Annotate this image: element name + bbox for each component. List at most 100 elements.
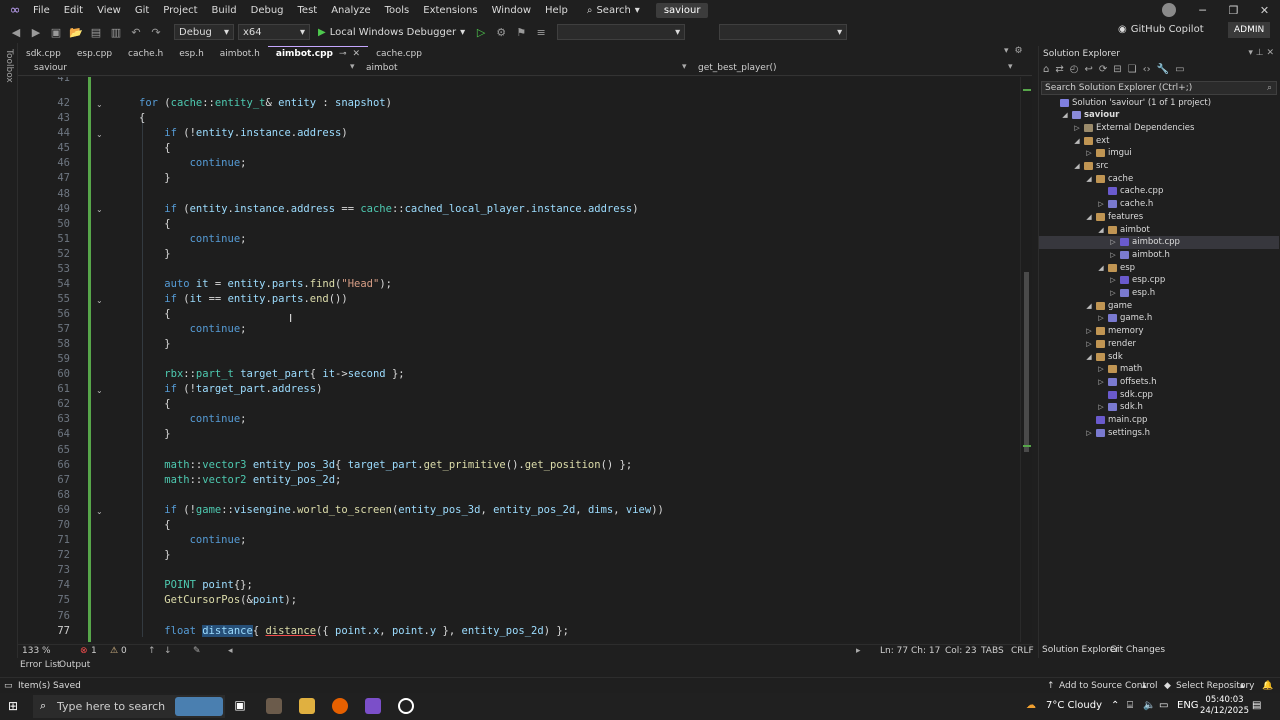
collapsed-arrow-icon[interactable]: ▷ — [1085, 340, 1093, 348]
up-arrow-icon[interactable]: ↑ — [148, 646, 156, 656]
fold-toggle[interactable]: ⌄ — [96, 205, 103, 214]
menu-view[interactable]: View — [90, 5, 128, 16]
vertical-scrollbar[interactable] — [1020, 77, 1032, 642]
start-debugging-button[interactable]: ▶ Local Windows Debugger ▾ — [314, 27, 469, 38]
notifications-icon[interactable]: 🔔 — [1262, 681, 1273, 691]
tree-item[interactable]: cache.cpp — [1039, 185, 1279, 198]
tools-icon[interactable]: ⚙ — [493, 26, 509, 39]
undo-icon[interactable]: ↶ — [128, 26, 144, 39]
tab-aimbot-cpp[interactable]: aimbot.cpp ⊸ ✕ — [267, 46, 369, 61]
tree-item[interactable]: ◢ ext — [1039, 134, 1279, 147]
collapsed-arrow-icon[interactable]: ▷ — [1109, 238, 1117, 246]
toolbar-find-combo[interactable]: ▾ — [557, 24, 686, 40]
collapsed-arrow-icon[interactable]: ▷ — [1073, 124, 1081, 132]
expanded-arrow-icon[interactable]: ◢ — [1073, 162, 1081, 170]
tree-item[interactable]: main.cpp — [1039, 414, 1279, 427]
tree-item[interactable]: ▷ settings.h — [1039, 426, 1279, 439]
solution-search-input[interactable]: Search Solution Explorer (Ctrl+;) ⌕ — [1041, 81, 1277, 95]
collapsed-arrow-icon[interactable]: ▷ — [1097, 365, 1105, 373]
home-icon[interactable]: ⌂ — [1043, 64, 1049, 80]
menu-debug[interactable]: Debug — [244, 5, 291, 16]
collapsed-arrow-icon[interactable]: ▷ — [1085, 327, 1093, 335]
tree-item[interactable]: ◢ aimbot — [1039, 223, 1279, 236]
weather-text[interactable]: 7°C Cloudy — [1046, 700, 1102, 711]
tree-item[interactable]: ◢ features — [1039, 210, 1279, 223]
tab-git-changes[interactable]: Git Changes — [1110, 645, 1165, 655]
show-all-files-icon[interactable]: ❏ — [1128, 64, 1137, 80]
firefox-icon[interactable] — [332, 698, 348, 714]
collapsed-arrow-icon[interactable]: ▷ — [1097, 200, 1105, 208]
menu-test[interactable]: Test — [291, 5, 325, 16]
start-without-debugging-icon[interactable]: ▷ — [473, 26, 489, 39]
close-icon[interactable]: ✕ — [1266, 48, 1274, 58]
fold-toggle[interactable]: ⌄ — [96, 386, 103, 395]
fold-toggle[interactable]: ⌄ — [96, 100, 103, 109]
battery-icon[interactable]: ▭ — [1159, 700, 1168, 711]
menu-window[interactable]: Window — [485, 5, 538, 16]
tree-item[interactable]: ◢ sdk — [1039, 350, 1279, 363]
tree-item[interactable]: ▷ imgui — [1039, 147, 1279, 160]
tree-item[interactable]: ◢ game — [1039, 299, 1279, 312]
save-all-icon[interactable]: ▥ — [108, 26, 124, 39]
tree-item[interactable]: ▷ cache.h — [1039, 198, 1279, 211]
chevron-up-icon[interactable]: ⌃ — [1111, 700, 1119, 711]
menu-git[interactable]: Git — [128, 5, 156, 16]
network-icon[interactable]: ⌸ — [1127, 700, 1133, 711]
menu-project[interactable]: Project — [156, 5, 204, 16]
tree-item[interactable]: ▷ memory — [1039, 325, 1279, 338]
switch-views-icon[interactable]: ⇄ — [1055, 64, 1063, 80]
tree-item[interactable]: ▷ aimbot.cpp — [1039, 235, 1279, 249]
toolbar-extra-combo[interactable]: ▾ — [719, 24, 848, 40]
comment-icon[interactable]: ≡ — [533, 26, 549, 39]
tree-item[interactable]: sdk.cpp — [1039, 388, 1279, 401]
menu-file[interactable]: File — [26, 5, 57, 16]
save-icon[interactable]: ▤ — [88, 26, 104, 39]
open-icon[interactable]: 📂 — [68, 26, 84, 39]
scroll-right-icon[interactable]: ▸ — [856, 646, 861, 656]
tab-aimbot-h[interactable]: aimbot.h — [212, 46, 268, 61]
chevron-down-icon[interactable]: ▾ — [1004, 46, 1009, 56]
back-icon[interactable]: ◀ — [8, 26, 24, 39]
redo-icon[interactable]: ↷ — [148, 26, 164, 39]
properties-icon[interactable]: 🔧 — [1157, 64, 1169, 80]
tree-item[interactable]: ▷ offsets.h — [1039, 375, 1279, 388]
minimize-icon[interactable]: ─ — [1187, 0, 1218, 21]
app-icon-2[interactable] — [398, 698, 414, 714]
close-icon[interactable]: ✕ — [1249, 0, 1280, 21]
tree-item[interactable]: Solution 'saviour' (1 of 1 project) — [1039, 96, 1279, 109]
member-dropdown[interactable]: get_best_player() — [698, 63, 777, 73]
new-project-icon[interactable]: ▣ — [48, 26, 64, 39]
menu-build[interactable]: Build — [205, 5, 244, 16]
close-tab-icon[interactable]: ✕ — [353, 49, 361, 59]
taskbar-search-input[interactable]: ⌕ Type here to search — [33, 695, 225, 718]
bookmark-icon[interactable]: ⚑ — [513, 26, 529, 39]
collapsed-arrow-icon[interactable]: ▷ — [1085, 149, 1093, 157]
tree-item[interactable]: ◢ src — [1039, 160, 1279, 173]
tab-output[interactable]: Output — [59, 660, 90, 670]
code-editor[interactable]: 41 42 43 44 45 46 47 48 49 50 51 52 53 54 55 56 57 58 59 60… — [18, 77, 1020, 642]
cleanup-icon[interactable]: ✎ — [193, 646, 201, 656]
file-explorer-icon[interactable] — [299, 698, 315, 714]
back-icon[interactable]: ↩ — [1084, 64, 1092, 80]
history-icon[interactable]: ◴ — [1070, 64, 1079, 80]
collapsed-arrow-icon[interactable]: ▷ — [1109, 276, 1117, 284]
warning-count[interactable]: 0 — [121, 646, 127, 656]
settings-icon[interactable]: ⚙ — [1015, 46, 1023, 56]
tree-item[interactable]: ▷ aimbot.h — [1039, 248, 1279, 261]
preview-icon[interactable]: ▭ — [1175, 64, 1184, 80]
tab-error-list[interactable]: Error List — [20, 660, 61, 670]
pin-icon[interactable]: ⊸ — [339, 49, 347, 59]
language-indicator[interactable]: ENG — [1177, 700, 1199, 711]
expanded-arrow-icon[interactable]: ◢ — [1073, 137, 1081, 145]
platform-select[interactable]: x64 ▾ — [238, 24, 310, 40]
tree-item[interactable]: ◢ cache — [1039, 172, 1279, 185]
collapsed-arrow-icon[interactable]: ▷ — [1109, 251, 1117, 259]
tree-item[interactable]: ▷ game.h — [1039, 312, 1279, 325]
scrollbar-thumb[interactable] — [1024, 272, 1029, 452]
collapse-all-icon[interactable]: ⊟ — [1113, 64, 1121, 80]
configuration-select[interactable]: Debug ▾ — [174, 24, 234, 40]
scope-dropdown[interactable]: aimbot — [366, 63, 398, 73]
scroll-left-icon[interactable]: ◂ — [228, 646, 233, 656]
tree-item[interactable]: ▷ esp.cpp — [1039, 274, 1279, 287]
tree-item[interactable]: ▷ math — [1039, 363, 1279, 376]
